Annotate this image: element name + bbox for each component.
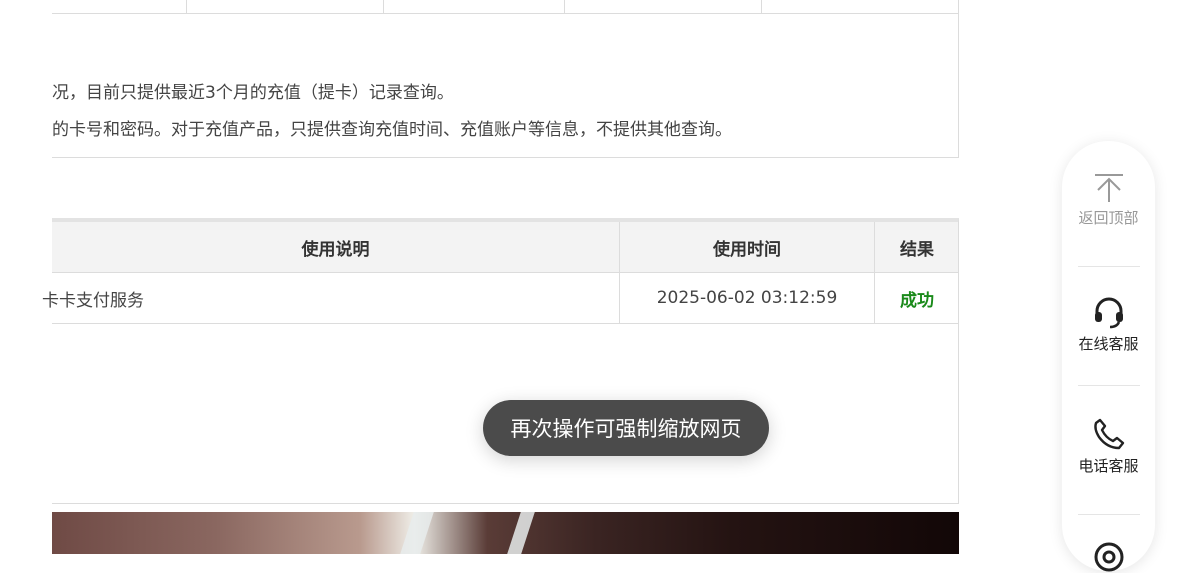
phone-service-label: 电话客服 <box>1078 457 1139 475</box>
row-result-badge: 成功 <box>874 273 959 323</box>
floating-toolbar: 返回顶部 在线客服 电话客服 <box>1062 141 1155 573</box>
usage-records-table: 使用说明 使用时间 结果 卡卡支付服务 2025-06-02 03:12:59 … <box>42 218 959 504</box>
back-to-top-label: 返回顶部 <box>1078 209 1139 227</box>
column-divider <box>564 0 565 14</box>
headset-icon <box>1094 297 1123 329</box>
row-description: 卡卡支付服务 <box>42 290 144 311</box>
row-time: 2025-06-02 03:12:59 <box>619 273 874 323</box>
divider <box>1078 514 1140 515</box>
query-notice: 况，目前只提供最近3个月的充值（提卡）记录查询。 的卡号和密码。对于充值产品，只… <box>52 14 959 158</box>
divider <box>1078 385 1140 386</box>
header-time: 使用时间 <box>619 222 874 272</box>
banner-art <box>400 512 434 554</box>
divider <box>1078 266 1140 267</box>
header-description: 使用说明 <box>301 239 370 260</box>
header-result: 结果 <box>874 222 959 272</box>
zoom-toast: 再次操作可强制缩放网页 <box>483 400 769 456</box>
column-divider <box>186 0 187 14</box>
qrcode-icon <box>1094 542 1123 572</box>
back-to-top-button[interactable]: 返回顶部 <box>1062 173 1155 228</box>
phone-service-button[interactable]: 电话客服 <box>1062 417 1155 476</box>
banner-art <box>507 512 535 554</box>
promo-banner-image[interactable] <box>52 512 959 554</box>
arrow-up-icon <box>1094 174 1123 202</box>
column-divider <box>383 0 384 14</box>
phone-icon <box>1093 418 1124 450</box>
table-header: 使用说明 使用时间 结果 <box>52 222 958 273</box>
online-service-label: 在线客服 <box>1078 335 1139 353</box>
online-service-button[interactable]: 在线客服 <box>1062 295 1155 354</box>
column-divider <box>761 0 762 14</box>
history-table-partial <box>52 0 959 14</box>
qrcode-button[interactable] <box>1062 541 1155 573</box>
notice-line-1: 况，目前只提供最近3个月的充值（提卡）记录查询。 <box>52 83 454 103</box>
table-row: 卡卡支付服务 2025-06-02 03:12:59 成功 <box>42 273 959 324</box>
notice-line-2: 的卡号和密码。对于充值产品，只提供查询充值时间、充值账户等信息，不提供其他查询。 <box>52 120 732 140</box>
